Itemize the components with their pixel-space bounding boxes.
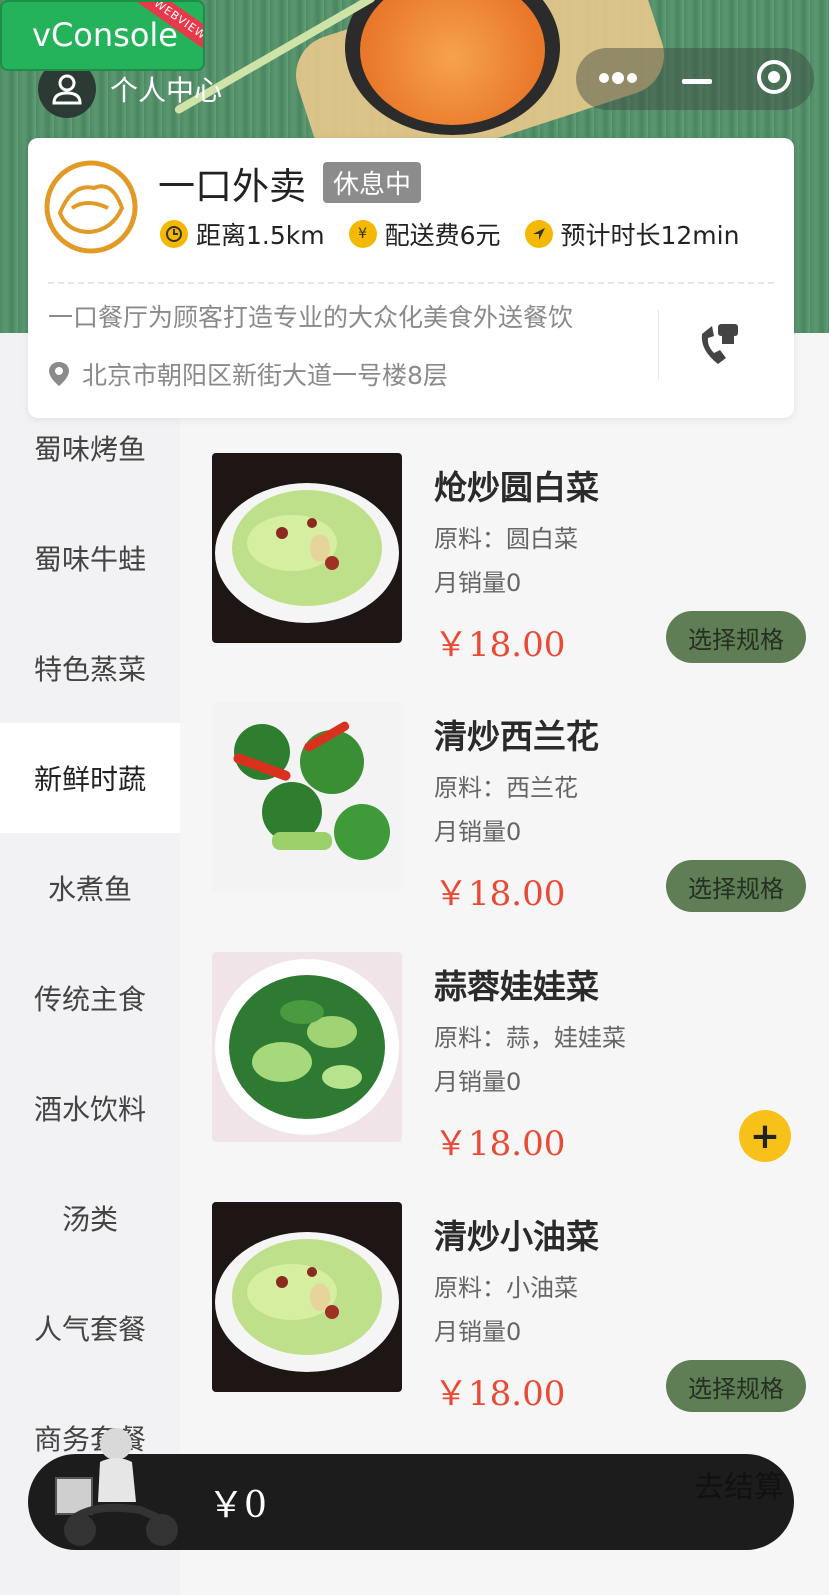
store-address: 北京市朝阳区新街大道一号楼8层 bbox=[48, 356, 448, 392]
card-divider bbox=[48, 282, 774, 284]
dish-price: ￥18.00 bbox=[434, 625, 566, 665]
navigation-arrow-icon bbox=[524, 220, 553, 248]
store-description: 一口餐厅为顾客打造专业的大众化美食外送餐饮 bbox=[48, 303, 574, 332]
miniprogram-capsule bbox=[576, 48, 814, 110]
store-address-text: 北京市朝阳区新街大道一号楼8层 bbox=[82, 361, 448, 390]
add-to-cart-button[interactable]: + bbox=[739, 1110, 791, 1162]
vertical-divider bbox=[658, 310, 659, 380]
eta-metric: 预计时长12min bbox=[524, 216, 740, 252]
dish-monthly-sales: 月销量0 bbox=[434, 569, 522, 597]
dish-monthly-sales: 月销量0 bbox=[434, 1068, 522, 1096]
distance-metric: 距离1.5km bbox=[160, 216, 325, 252]
eta-text: 预计时长12min bbox=[560, 221, 740, 250]
dish-ingredients: 原料：小油菜 bbox=[434, 1274, 578, 1302]
store-name: 一口外卖 bbox=[158, 165, 306, 208]
sidebar-item-tanglei[interactable]: 汤类 bbox=[0, 1163, 180, 1273]
sidebar-item-shuwei-niuwa[interactable]: 蜀味牛蛙 bbox=[0, 503, 180, 613]
delivery-fee-text: 配送费6元 bbox=[384, 221, 501, 250]
status-badge: 休息中 bbox=[323, 162, 422, 203]
close-target-icon[interactable] bbox=[756, 59, 792, 99]
dish-monthly-sales: 月销量0 bbox=[434, 818, 522, 846]
vconsole-button[interactable]: vConsole WEBVIEW bbox=[0, 0, 205, 71]
category-sidebar: 蜀味烤鱼 蜀味牛蛙 特色蒸菜 新鲜时蔬 水煮鱼 传统主食 酒水饮料 汤类 人气套… bbox=[0, 333, 180, 1595]
sidebar-item-jiushui-yinliao[interactable]: 酒水饮料 bbox=[0, 1053, 180, 1163]
store-logo-icon bbox=[42, 158, 140, 256]
delivery-fee-metric: ¥ 配送费6元 bbox=[348, 216, 501, 252]
dish-ingredients: 原料：西兰花 bbox=[434, 774, 578, 802]
dish-name: 炝炒圆白菜 bbox=[434, 468, 599, 507]
dish-name: 清炒小油菜 bbox=[434, 1217, 599, 1256]
minimize-icon[interactable] bbox=[682, 70, 712, 89]
dish-price: ￥18.00 bbox=[434, 1124, 566, 1164]
location-pin-icon bbox=[49, 362, 69, 386]
dish-image[interactable] bbox=[212, 702, 402, 892]
dish-ingredients: 原料：圆白菜 bbox=[434, 525, 578, 553]
select-spec-button[interactable]: 选择规格 bbox=[666, 611, 806, 663]
delivery-scooter-icon[interactable] bbox=[50, 1422, 190, 1556]
clock-icon bbox=[160, 220, 188, 248]
phone-icon[interactable] bbox=[696, 320, 740, 372]
dish-image[interactable] bbox=[212, 1202, 402, 1392]
store-info-card: 一口外卖 休息中 距离1.5km ¥ 配送费6元 预计时长12min 一口餐厅为… bbox=[28, 138, 794, 418]
checkout-button[interactable]: 去结算 bbox=[694, 1462, 784, 1506]
more-icon[interactable] bbox=[598, 70, 638, 89]
sidebar-item-shuizhuyu[interactable]: 水煮鱼 bbox=[0, 833, 180, 943]
dish-price: ￥18.00 bbox=[434, 874, 566, 914]
dish-item: 炝炒圆白菜 原料：圆白菜 月销量0 ￥18.00 选择规格 bbox=[212, 453, 812, 665]
select-spec-button[interactable]: 选择规格 bbox=[666, 860, 806, 912]
sidebar-item-renqi-taocan[interactable]: 人气套餐 bbox=[0, 1273, 180, 1383]
dish-image[interactable] bbox=[212, 952, 402, 1142]
dish-ingredients: 原料：蒜，娃娃菜 bbox=[434, 1024, 626, 1052]
dish-monthly-sales: 月销量0 bbox=[434, 1318, 522, 1346]
dish-name: 清炒西兰花 bbox=[434, 717, 599, 756]
cart-total: ￥0 bbox=[208, 1485, 267, 1526]
yen-icon: ¥ bbox=[348, 220, 377, 248]
dish-item: 清炒小油菜 原料：小油菜 月销量0 ￥18.00 选择规格 bbox=[212, 1202, 812, 1414]
vconsole-label: vConsole bbox=[32, 16, 178, 54]
sidebar-item-chuantong-zhushi[interactable]: 传统主食 bbox=[0, 943, 180, 1053]
dish-name: 蒜蓉娃娃菜 bbox=[434, 967, 599, 1006]
dish-image[interactable] bbox=[212, 453, 402, 643]
dish-price: ￥18.00 bbox=[434, 1374, 566, 1414]
select-spec-button[interactable]: 选择规格 bbox=[666, 1360, 806, 1412]
distance-text: 距离1.5km bbox=[196, 221, 325, 250]
dish-item: 清炒西兰花 原料：西兰花 月销量0 ￥18.00 选择规格 bbox=[212, 702, 812, 914]
sidebar-item-tese-zhengcai[interactable]: 特色蒸菜 bbox=[0, 613, 180, 723]
store-metrics: 距离1.5km ¥ 配送费6元 预计时长12min bbox=[160, 216, 763, 252]
personal-center-label: 个人中心 bbox=[110, 74, 223, 107]
sidebar-item-xinxian-shishu[interactable]: 新鲜时蔬 bbox=[0, 723, 180, 833]
dish-item: 蒜蓉娃娃菜 原料：蒜，娃娃菜 月销量0 ￥18.00 + bbox=[212, 952, 812, 1164]
